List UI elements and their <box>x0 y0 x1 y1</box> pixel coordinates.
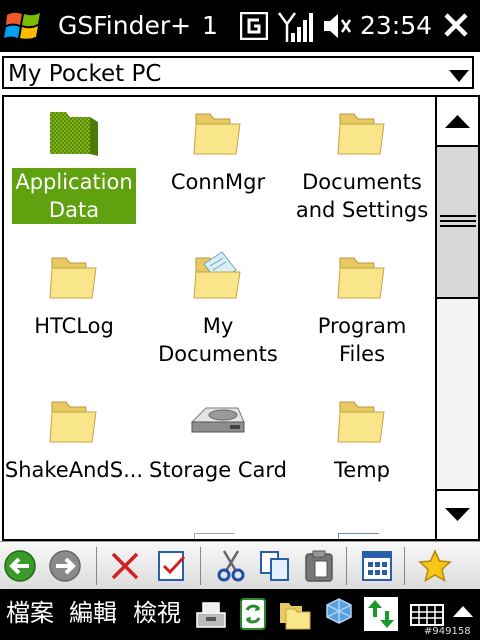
vertical-scrollbar[interactable] <box>435 95 480 541</box>
network-icon[interactable] <box>322 597 356 631</box>
inbox-icon[interactable] <box>194 597 228 631</box>
file-item-connmgr[interactable]: ConnMgr <box>148 106 288 196</box>
chevron-down-icon[interactable] <box>448 69 470 83</box>
menu-bar: 檔案 編輯 檢視 <box>0 589 480 640</box>
file-item-label: ConnMgr <box>170 170 266 194</box>
file-item-storage-card[interactable]: Storage Card <box>148 394 288 484</box>
scroll-up-button[interactable] <box>437 97 478 147</box>
view-icon[interactable] <box>360 549 394 583</box>
folder-icon <box>193 113 241 155</box>
folder-icon <box>49 257 97 299</box>
location-dropdown[interactable]: My Pocket PC <box>2 56 474 89</box>
close-icon[interactable] <box>443 12 469 38</box>
file-item-label: ShakeAndS... <box>4 458 144 482</box>
menu-edit[interactable]: 編輯 <box>69 598 117 628</box>
clock-time[interactable]: 23:54 <box>360 11 432 41</box>
toolbar-separator <box>404 547 405 585</box>
file-item-my-documents[interactable]: My Documents <box>148 250 288 368</box>
forward-icon[interactable] <box>48 549 82 583</box>
refresh-icon[interactable] <box>236 597 270 631</box>
file-item-documents-and-settings[interactable]: Documents and Settings <box>292 106 432 224</box>
menu-view[interactable]: 檢視 <box>133 598 181 628</box>
app-title: GSFinder+ <box>58 11 192 40</box>
cut-icon[interactable] <box>214 549 248 583</box>
g-app-icon[interactable] <box>240 12 268 40</box>
toolbar-separator <box>200 547 201 585</box>
folder-icon <box>49 401 97 443</box>
location-value: My Pocket PC <box>8 61 162 87</box>
file-item-label: Program Files <box>317 314 407 366</box>
toolbar-separator <box>346 547 347 585</box>
toolbar-separator <box>96 547 97 585</box>
folder-icon <box>337 113 385 155</box>
file-item-partial[interactable] <box>194 533 235 539</box>
storage-card-icon <box>190 407 245 433</box>
file-item-shakeands[interactable]: ShakeAndS... <box>4 394 144 484</box>
folder-icon <box>50 112 98 156</box>
file-item-label: Temp <box>334 458 390 482</box>
file-item-htclog[interactable]: HTCLog <box>4 250 144 340</box>
file-item-partial[interactable] <box>338 533 379 539</box>
scroll-grip-icon <box>440 215 476 227</box>
file-item-label: Application Data <box>4 168 144 224</box>
location-bar: My Pocket PC <box>0 53 480 95</box>
scroll-thumb[interactable] <box>437 147 478 299</box>
scroll-down-arrow-icon <box>445 508 470 521</box>
folder-icon <box>337 257 385 299</box>
file-item-application-data[interactable]: Application Data <box>4 106 144 224</box>
folders-icon[interactable] <box>278 597 312 631</box>
notification-count[interactable]: 1 <box>202 11 218 41</box>
delete-icon[interactable] <box>108 549 142 583</box>
file-list: Application Data ConnMgr Documents and S… <box>2 95 435 541</box>
watermark: #949158 <box>424 626 471 637</box>
scroll-down-button[interactable] <box>437 489 478 539</box>
favorites-icon[interactable] <box>418 549 452 583</box>
menu-file[interactable]: 檔案 <box>6 598 54 628</box>
file-item-label: Documents and Settings <box>295 170 429 222</box>
folder-icon <box>337 401 385 443</box>
windows-start-icon[interactable] <box>4 9 44 45</box>
file-item-label: Storage Card <box>149 458 287 482</box>
sync-icon[interactable] <box>364 597 398 631</box>
title-bar: GSFinder+ 1 23:54 <box>0 0 480 52</box>
file-item-program-files[interactable]: Program Files <box>292 250 432 368</box>
select-icon[interactable] <box>155 549 189 583</box>
file-item-label: My Documents <box>158 314 278 366</box>
back-icon[interactable] <box>3 549 37 583</box>
scroll-up-arrow-icon <box>445 115 470 128</box>
speaker-muted-icon[interactable] <box>322 11 352 41</box>
file-item-temp[interactable]: Temp <box>292 394 432 484</box>
copy-icon[interactable] <box>258 549 292 583</box>
my-documents-folder-icon <box>193 251 241 299</box>
paste-icon[interactable] <box>302 549 336 583</box>
toolbar <box>0 541 480 589</box>
signal-strength-icon[interactable] <box>278 11 314 43</box>
file-item-label: HTCLog <box>34 314 114 338</box>
